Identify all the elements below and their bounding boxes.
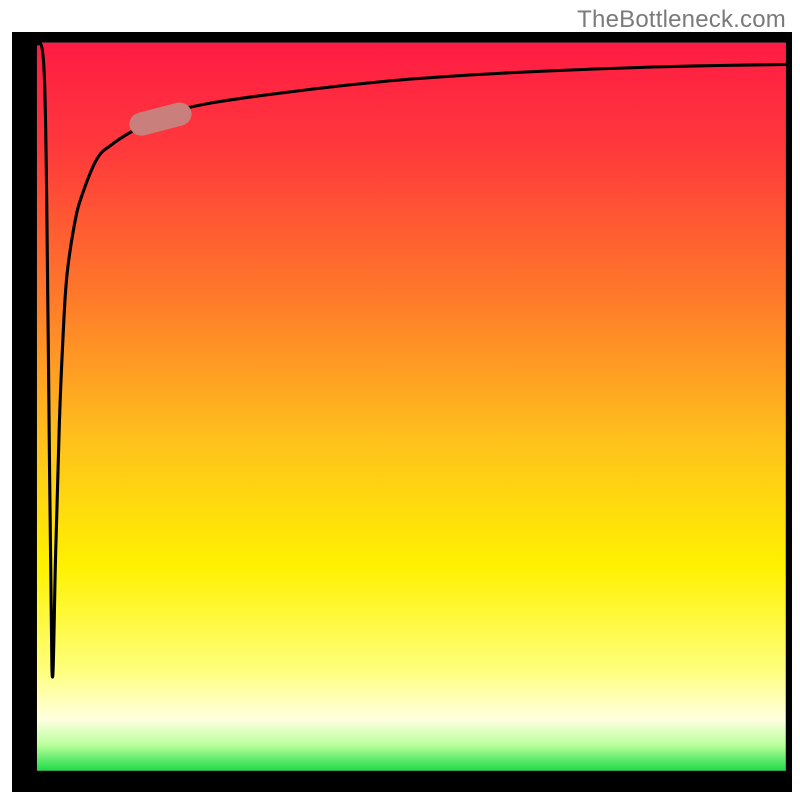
frame-right xyxy=(786,32,792,792)
gradient-fill xyxy=(37,43,786,771)
watermark-text: TheBottleneck.com xyxy=(577,6,786,34)
chart-svg xyxy=(12,32,792,792)
plot-area xyxy=(12,32,792,792)
axis-left xyxy=(12,32,37,792)
axis-bottom xyxy=(12,771,792,792)
chart-container: TheBottleneck.com xyxy=(0,0,800,800)
